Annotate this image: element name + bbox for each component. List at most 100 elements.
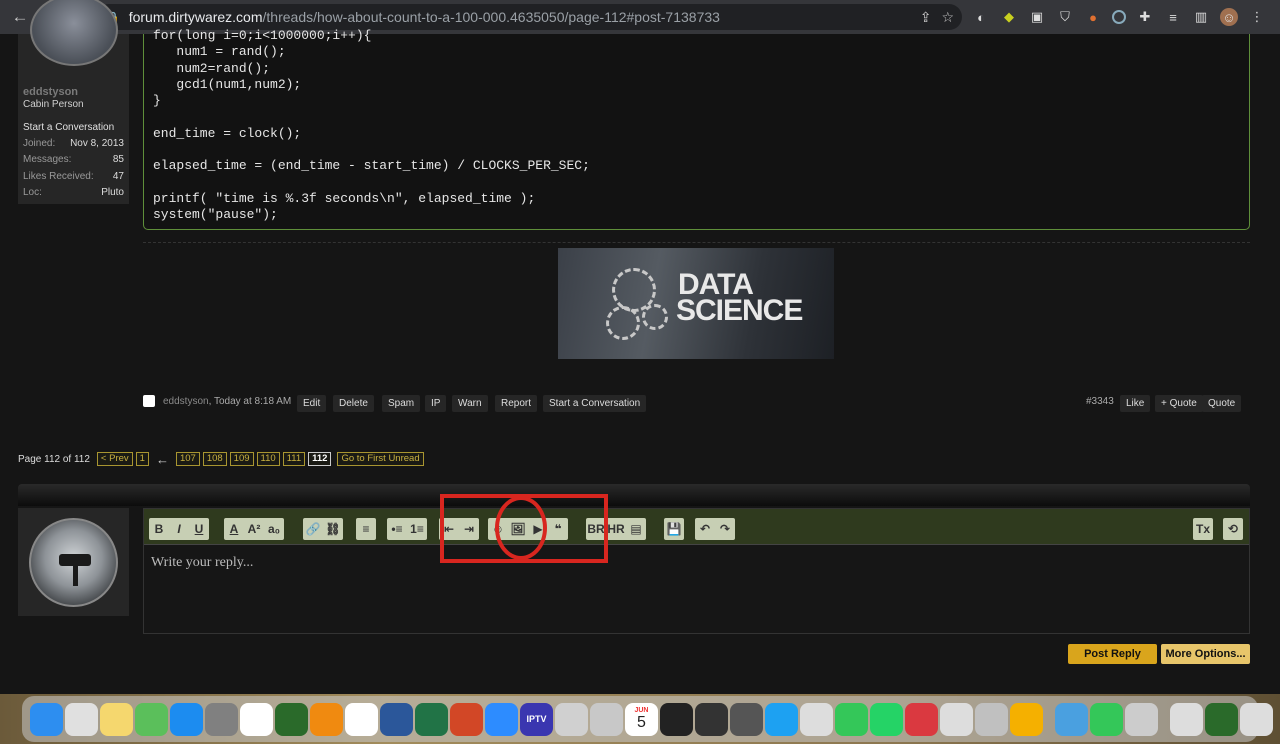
user-stat-joined: Joined: Nov 8, 2013 xyxy=(23,138,124,149)
ip-button[interactable]: IP xyxy=(425,395,447,412)
toggle-bbcode-button[interactable]: ⟲ xyxy=(1223,518,1243,540)
puzzle-icon[interactable]: ✚ xyxy=(1136,8,1154,26)
dock-messages-icon[interactable] xyxy=(835,702,868,736)
dock-preview-icon[interactable] xyxy=(590,702,623,736)
dock-calendar-icon[interactable]: JUN 5 xyxy=(625,702,658,736)
dock-photos-icon[interactable] xyxy=(345,702,378,736)
extension-icon[interactable]: ▣ xyxy=(1028,8,1046,26)
dock-whatsapp-icon[interactable] xyxy=(870,702,903,736)
spam-button[interactable]: Spam xyxy=(382,395,421,412)
bold-button[interactable]: B xyxy=(149,518,169,540)
select-post-checkbox[interactable] xyxy=(143,395,155,407)
loading-icon[interactable] xyxy=(1112,10,1126,24)
reply-editor[interactable]: B I U A A² a₀ 🔗 ⛓ ≡ •≡ 1≡ ⇤ ⇥ ☺ 🖼 ▶ ❝ BR… xyxy=(143,508,1250,634)
horizontal-rule-button[interactable]: HR xyxy=(606,518,626,540)
link-icon[interactable]: 🔗 xyxy=(303,518,323,540)
dock-calculator-icon[interactable] xyxy=(730,702,763,736)
dock-excel-icon[interactable] xyxy=(415,702,448,736)
font-family-button[interactable]: a₀ xyxy=(264,518,284,540)
page-label: Page 112 of 112 xyxy=(18,453,90,465)
page-link[interactable]: 111 xyxy=(282,452,306,466)
dock-vlc-icon[interactable] xyxy=(310,702,343,736)
dock-iptv-icon[interactable]: IPTV xyxy=(520,702,553,736)
dock-zoom-icon[interactable] xyxy=(485,702,518,736)
skip-arrow-icon[interactable]: ← xyxy=(156,452,169,467)
dock-twitter-icon[interactable] xyxy=(765,702,798,736)
dock-infuse-icon[interactable] xyxy=(1010,702,1043,736)
numbered-list-icon[interactable]: 1≡ xyxy=(407,518,427,540)
dock-facetime-icon[interactable] xyxy=(1090,702,1123,736)
underline-button[interactable]: U xyxy=(189,518,209,540)
warn-button[interactable]: Warn xyxy=(452,395,488,412)
start-conversation-button[interactable]: Start a Conversation xyxy=(543,395,647,412)
page-link[interactable]: 108 xyxy=(202,452,227,466)
post-number-link[interactable]: #3343 xyxy=(1086,396,1114,407)
dock-terminal-icon[interactable] xyxy=(660,702,693,736)
text-color-button[interactable]: A xyxy=(224,518,244,540)
unlink-icon[interactable]: ⛓ xyxy=(323,518,343,540)
dock-screenshot-icon[interactable] xyxy=(800,702,833,736)
delete-button[interactable]: Delete xyxy=(333,395,374,412)
post-author-link[interactable]: eddstyson xyxy=(163,396,209,407)
redo-icon[interactable]: ↷ xyxy=(715,518,735,540)
dock-system-preferences-icon[interactable] xyxy=(205,702,238,736)
multi-quote-button[interactable]: + Quote xyxy=(1155,395,1203,412)
dock-globe-icon[interactable] xyxy=(275,702,308,736)
dock-chrome-icon[interactable] xyxy=(240,702,273,736)
dock-launchpad-icon[interactable] xyxy=(65,702,98,736)
quote-button[interactable]: Quote xyxy=(1202,395,1242,412)
dock-app-store-icon[interactable] xyxy=(170,702,203,736)
more-options-button[interactable]: More Options... xyxy=(1161,644,1250,664)
remove-format-button[interactable]: Tx xyxy=(1193,518,1213,540)
extension-icon[interactable]: ◐ xyxy=(972,8,990,26)
save-draft-icon[interactable]: 💾 xyxy=(664,518,684,540)
dock-powerpoint-icon[interactable] xyxy=(450,702,483,736)
address-bar[interactable]: 🔒 forum.dirtywarez.com/threads/how-about… xyxy=(96,4,962,30)
code-block: for(long i=0;i<1000000;i++){ num1 = rand… xyxy=(143,28,1250,230)
media-icon[interactable]: ≡ xyxy=(1164,8,1182,26)
spoiler-icon[interactable]: ▤ xyxy=(626,518,646,540)
dock-display-icon[interactable] xyxy=(1125,702,1158,736)
edit-button[interactable]: Edit xyxy=(297,395,327,412)
page-link[interactable]: 107 xyxy=(175,452,200,466)
dock-downloads-icon[interactable] xyxy=(1170,702,1203,736)
extension-icon[interactable]: ◆ xyxy=(1000,8,1018,26)
extension-icon[interactable]: ● xyxy=(1084,8,1102,26)
bookmark-star-icon[interactable]: ☆ xyxy=(941,9,954,26)
share-icon[interactable]: ⇪ xyxy=(920,9,932,26)
bullet-list-icon[interactable]: •≡ xyxy=(387,518,407,540)
dock-notes-icon[interactable] xyxy=(100,702,133,736)
post-reply-button[interactable]: Post Reply xyxy=(1068,644,1157,664)
dock-globe-2-icon[interactable] xyxy=(1205,702,1238,736)
first-unread-link[interactable]: Go to First Unread xyxy=(337,452,424,466)
dock-word-icon[interactable] xyxy=(380,702,413,736)
dock-pinball-icon[interactable] xyxy=(975,702,1008,736)
undo-icon[interactable]: ↶ xyxy=(695,518,715,540)
font-size-button[interactable]: A² xyxy=(244,518,264,540)
dock-archive-icon[interactable] xyxy=(1055,702,1088,736)
username[interactable]: eddstyson xyxy=(23,86,78,98)
avatar[interactable] xyxy=(29,518,118,607)
code-text: for(long i=0;i<1000000;i++){ num1 = rand… xyxy=(153,28,590,223)
start-conversation-link[interactable]: Start a Conversation xyxy=(23,122,114,133)
dock-imovie-icon[interactable] xyxy=(695,702,728,736)
reply-placeholder: Write your reply... xyxy=(151,555,254,570)
page-link[interactable]: 110 xyxy=(256,452,280,466)
prev-page-link[interactable]: < Prev xyxy=(96,452,133,466)
dock-maps-icon[interactable] xyxy=(135,702,168,736)
align-icon[interactable]: ≡ xyxy=(356,518,376,540)
page-link[interactable]: 109 xyxy=(229,452,254,466)
sidebar-icon[interactable]: ▥ xyxy=(1192,8,1210,26)
profile-avatar-icon[interactable]: ☺ xyxy=(1220,8,1238,26)
dock-express-vpn-icon[interactable] xyxy=(905,702,938,736)
dock-documents-icon[interactable] xyxy=(1240,702,1273,736)
dock-scripts-icon[interactable] xyxy=(555,702,588,736)
dock-vpn-icon[interactable] xyxy=(940,702,973,736)
page-link-1[interactable]: 1 xyxy=(135,452,149,466)
menu-kebab-icon[interactable]: ⋮ xyxy=(1248,8,1266,26)
report-button[interactable]: Report xyxy=(495,395,538,412)
italic-button[interactable]: I xyxy=(169,518,189,540)
dock-finder-icon[interactable] xyxy=(30,702,63,736)
like-button[interactable]: Like xyxy=(1120,395,1151,412)
shield-icon[interactable]: ⛉ xyxy=(1056,8,1074,26)
